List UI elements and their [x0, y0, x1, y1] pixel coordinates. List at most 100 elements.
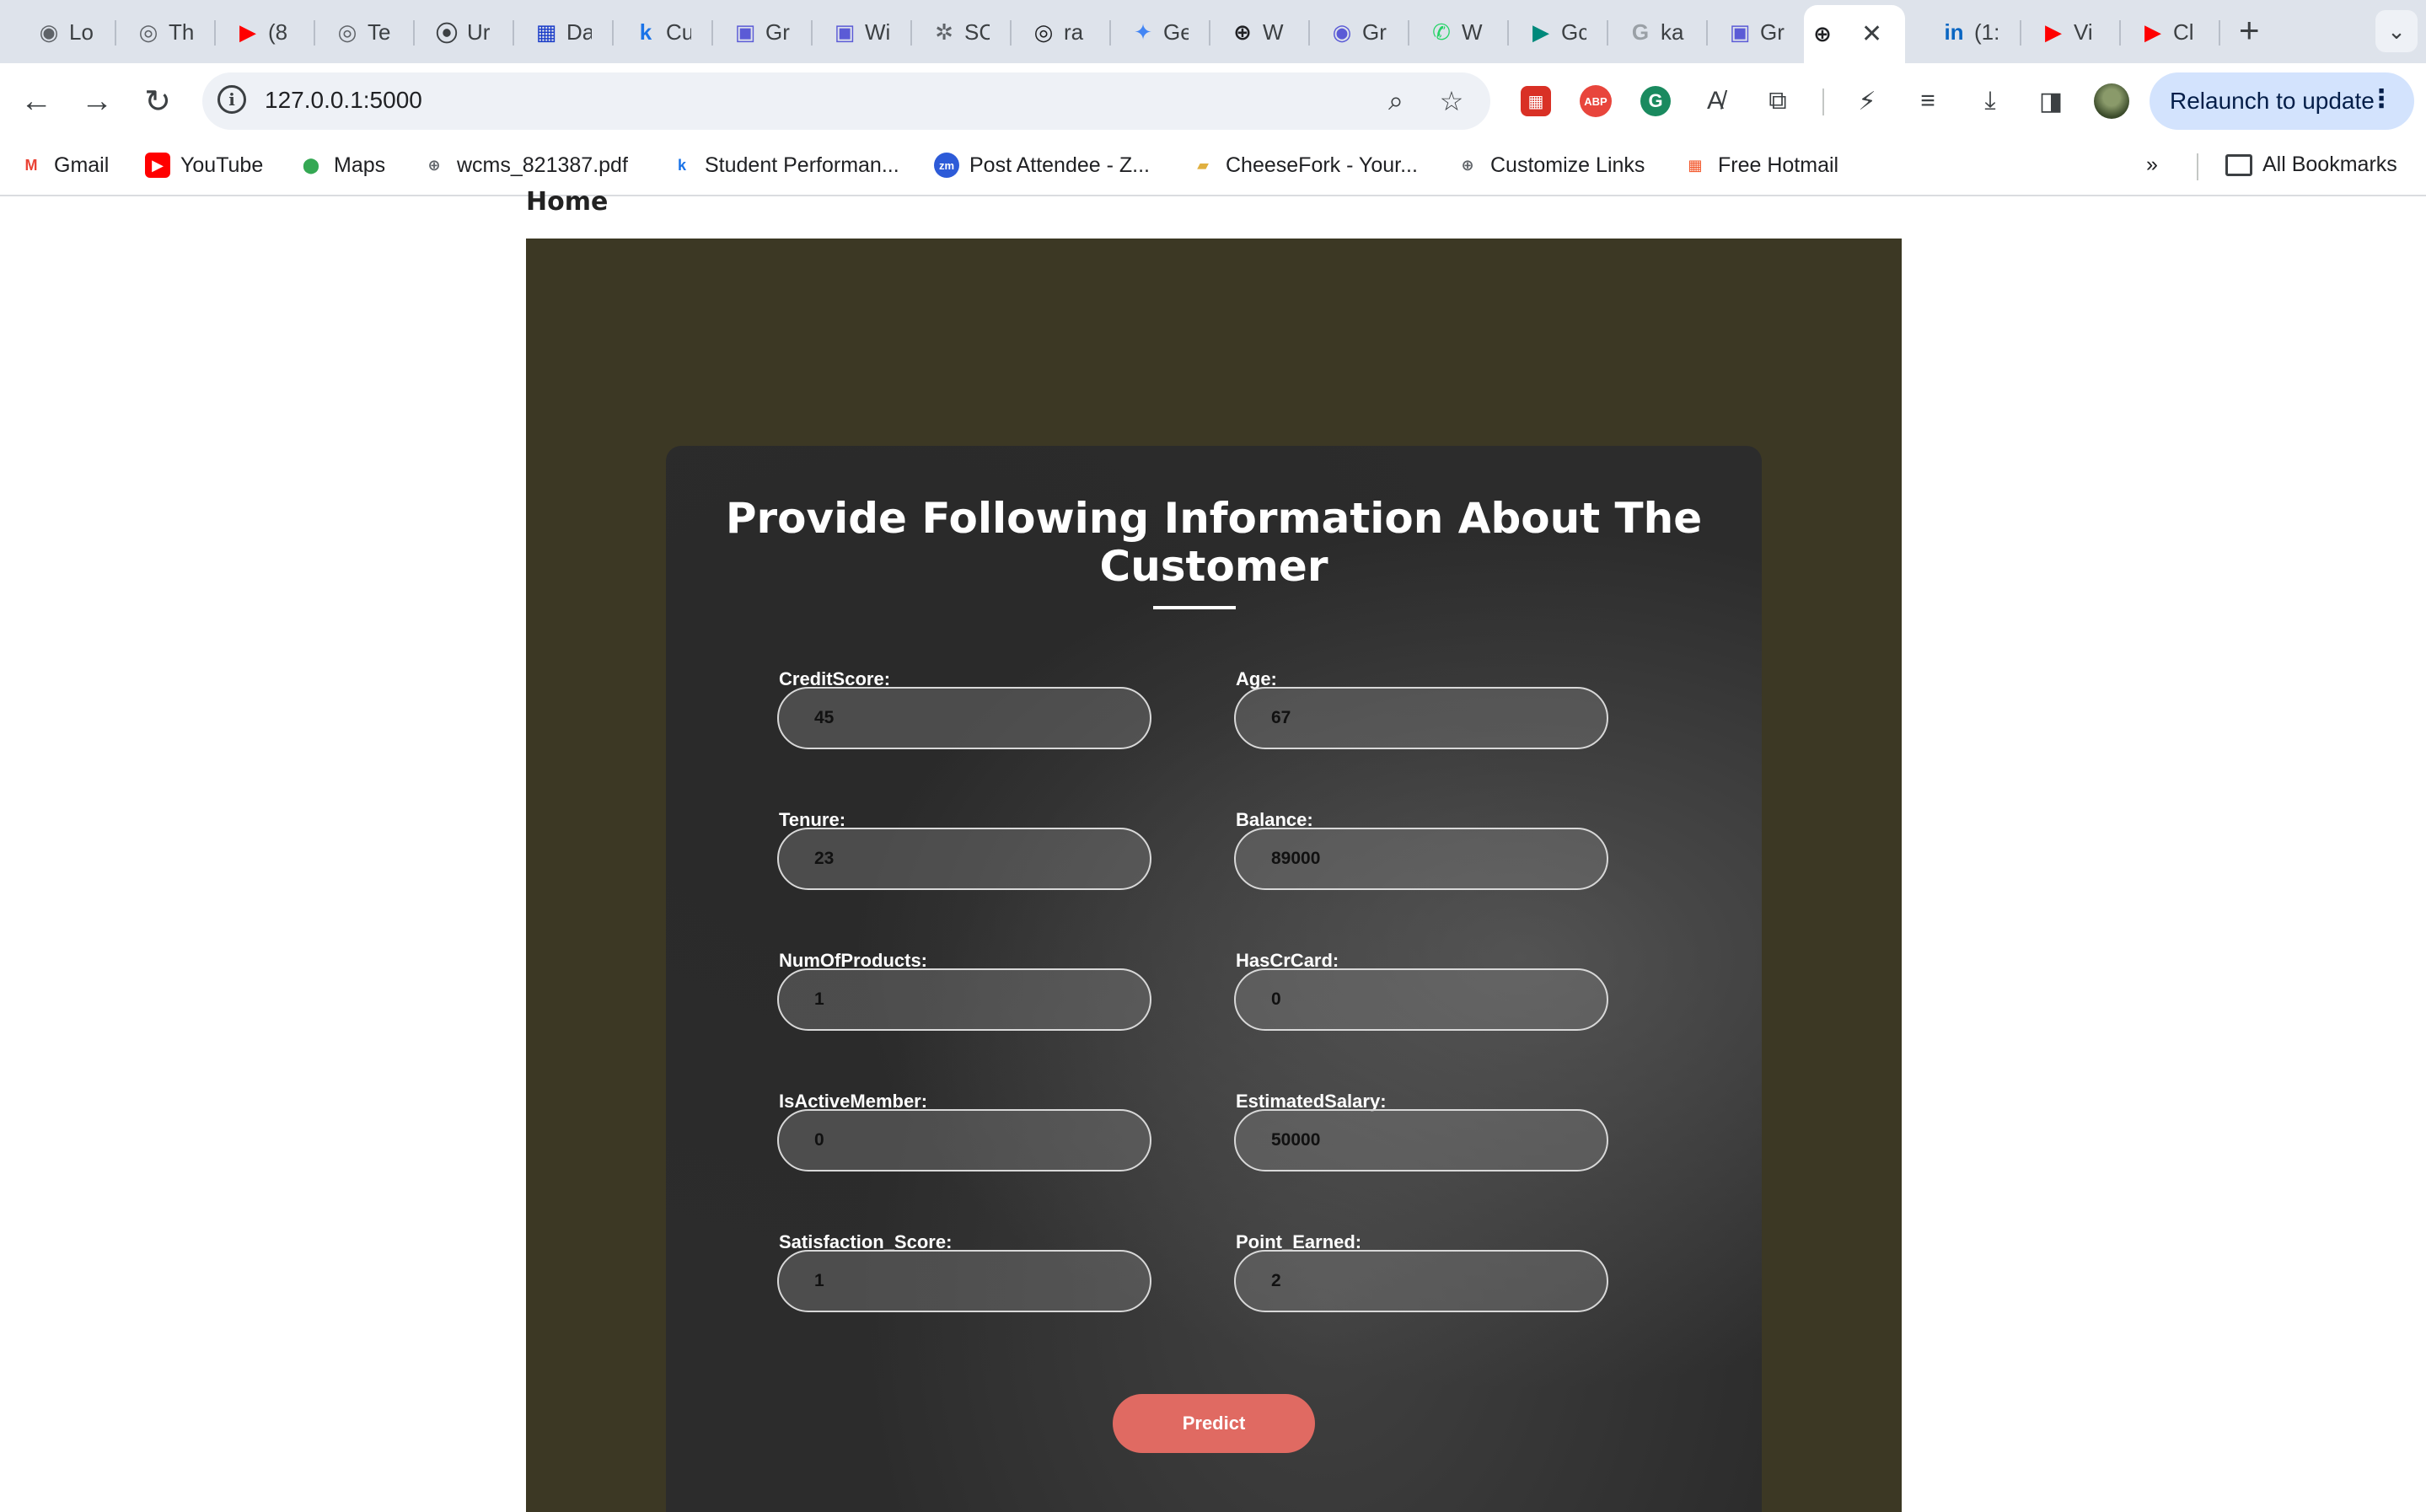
- tab-separator: [1607, 20, 1608, 46]
- tab-title: Vi: [2074, 19, 2093, 45]
- relaunch-button[interactable]: Relaunch to update ⋮: [2150, 72, 2414, 130]
- address-bar[interactable]: i 127.0.0.1:5000 ⌕ ☆: [202, 72, 1490, 130]
- field-input[interactable]: [1234, 1250, 1608, 1312]
- profile-avatar[interactable]: [2094, 83, 2129, 119]
- spellcheck-icon[interactable]: A̸: [1696, 82, 1735, 121]
- browser-tab[interactable]: ◎ ra: [1025, 7, 1089, 57]
- record-icon: ⦿: [435, 20, 458, 46]
- title-underline: [1153, 606, 1236, 609]
- field-input[interactable]: [1234, 1109, 1608, 1172]
- tab-separator: [314, 20, 315, 46]
- field-input[interactable]: [1234, 687, 1608, 749]
- github-icon: ◎: [138, 19, 158, 45]
- browser-tab[interactable]: Gka: [1622, 7, 1686, 57]
- k-icon: k: [639, 19, 652, 45]
- media-controls-icon[interactable]: ≡: [1908, 82, 1947, 121]
- bookmarks-overflow-icon[interactable]: »: [2146, 153, 2158, 177]
- bookmark-label: Customize Links: [1490, 153, 1645, 177]
- download-icon[interactable]: ⤓: [1971, 82, 2010, 121]
- menu-dots-icon[interactable]: ⋮: [2369, 84, 2394, 114]
- field-input[interactable]: [777, 687, 1151, 749]
- adblock-icon[interactable]: ABP: [1580, 85, 1612, 117]
- bookmark-label: Gmail: [54, 153, 110, 177]
- browser-tab[interactable]: ▣ Gr: [727, 7, 791, 57]
- zoom-icon[interactable]: ⌕: [1377, 83, 1414, 120]
- extensions-puzzle-icon[interactable]: ⧉: [1758, 82, 1797, 121]
- browser-tab[interactable]: ◎ Th: [130, 7, 194, 57]
- browser-tab[interactable]: ▶ Vi: [2035, 7, 2099, 57]
- bookmark-item[interactable]: k Student Performan...: [669, 153, 899, 178]
- browser-tab[interactable]: ▣ Wi: [826, 7, 890, 57]
- bookmark-item[interactable]: ▦ Free Hotmail: [1683, 153, 1838, 178]
- browser-tab[interactable]: ⊕ W: [1224, 7, 1288, 57]
- field-input[interactable]: [1234, 968, 1608, 1031]
- browser-tab[interactable]: ▣ Gr: [1721, 7, 1785, 57]
- field-input[interactable]: [777, 1109, 1151, 1172]
- bookmark-star-icon[interactable]: ☆: [1433, 83, 1470, 120]
- field-input[interactable]: [777, 828, 1151, 890]
- reload-button[interactable]: ↻: [135, 78, 180, 124]
- folder-icon: [2225, 153, 2252, 176]
- bookmark-item[interactable]: ⬤ Maps: [298, 153, 385, 178]
- grammarly-icon[interactable]: G: [1640, 86, 1671, 116]
- bookmark-label: Post Attendee - Z...: [969, 153, 1151, 177]
- tab-separator: [2219, 20, 2220, 46]
- browser-tab[interactable]: ✆ W: [1423, 7, 1487, 57]
- all-bookmarks-button[interactable]: All Bookmarks: [2225, 153, 2397, 177]
- browser-tab[interactable]: ▶ Cl: [2134, 7, 2198, 57]
- youtube-icon: ▶: [145, 153, 170, 178]
- all-bookmarks-label: All Bookmarks: [2262, 153, 2397, 176]
- site-info-icon[interactable]: i: [217, 85, 246, 114]
- back-button[interactable]: ←: [13, 78, 59, 124]
- tab-separator: [1507, 20, 1509, 46]
- browser-tab[interactable]: ◎ Te: [329, 7, 393, 57]
- field-input[interactable]: [1234, 828, 1608, 890]
- printer-icon: ▣: [1729, 19, 1751, 45]
- linkedin-icon: in: [1944, 19, 1964, 45]
- grid-icon: ▦: [535, 19, 557, 45]
- browser-tab[interactable]: ▦ Da: [528, 7, 592, 57]
- predict-button[interactable]: Predict: [1113, 1394, 1315, 1453]
- tab-search-button[interactable]: ⌄: [2375, 10, 2418, 52]
- globe-icon: ⊕: [1813, 21, 1832, 46]
- close-tab-icon[interactable]: ✕: [1861, 19, 1882, 49]
- tab-title: Gr: [1760, 19, 1785, 45]
- browser-tab[interactable]: ◉ Lo: [30, 7, 94, 57]
- field-input[interactable]: [777, 1250, 1151, 1312]
- performance-icon[interactable]: ⚡: [1848, 82, 1887, 121]
- browser-tab[interactable]: ⦿ Ur: [428, 7, 492, 57]
- side-panel-icon[interactable]: ◨: [2032, 82, 2070, 121]
- tab-separator: [1706, 20, 1708, 46]
- tab-title: ra: [1064, 19, 1084, 45]
- tab-separator: [1209, 20, 1210, 46]
- bookmark-item[interactable]: ▶ YouTube: [145, 153, 263, 178]
- browser-tab[interactable]: ▶ Gc: [1522, 7, 1586, 57]
- new-tab-button[interactable]: +: [2239, 10, 2260, 51]
- page-title: Provide Following Information About The …: [725, 494, 1703, 591]
- globe-icon: ⊕: [427, 156, 441, 174]
- github-icon: ◎: [337, 19, 357, 45]
- tab-title: Gc: [1561, 19, 1586, 45]
- field-input[interactable]: [777, 968, 1151, 1031]
- browser-tab[interactable]: ⊕ ✕: [1804, 5, 1905, 63]
- address-url[interactable]: 127.0.0.1:5000: [265, 87, 422, 114]
- browser-tab[interactable]: ✲ SC: [926, 7, 990, 57]
- extension-red-icon[interactable]: ▦: [1521, 86, 1551, 116]
- tab-title: Cu: [666, 19, 691, 45]
- browser-tab[interactable]: k Cu: [627, 7, 691, 57]
- bookmark-label: CheeseFork - Your...: [1226, 153, 1418, 177]
- bookmark-item[interactable]: ⊕ wcms_821387.pdf: [421, 153, 627, 178]
- browser-tab[interactable]: ✦ Ge: [1124, 7, 1189, 57]
- tab-title: Ge: [1163, 19, 1189, 45]
- home-link[interactable]: Home: [526, 187, 608, 217]
- bookmark-label: Free Hotmail: [1718, 153, 1839, 177]
- browser-tab[interactable]: in (1:: [1935, 7, 1999, 57]
- bookmark-item[interactable]: zm Post Attendee - Z...: [934, 153, 1150, 178]
- tab-separator: [811, 20, 813, 46]
- forward-button[interactable]: →: [74, 78, 120, 124]
- bookmark-item[interactable]: M Gmail: [19, 153, 110, 178]
- bookmark-item[interactable]: ⊕ Customize Links: [1455, 153, 1645, 178]
- browser-tab[interactable]: ◉ Gr: [1323, 7, 1387, 57]
- browser-tab[interactable]: ▶ (8: [229, 7, 293, 57]
- bookmark-item[interactable]: ▰ CheeseFork - Your...: [1190, 153, 1418, 178]
